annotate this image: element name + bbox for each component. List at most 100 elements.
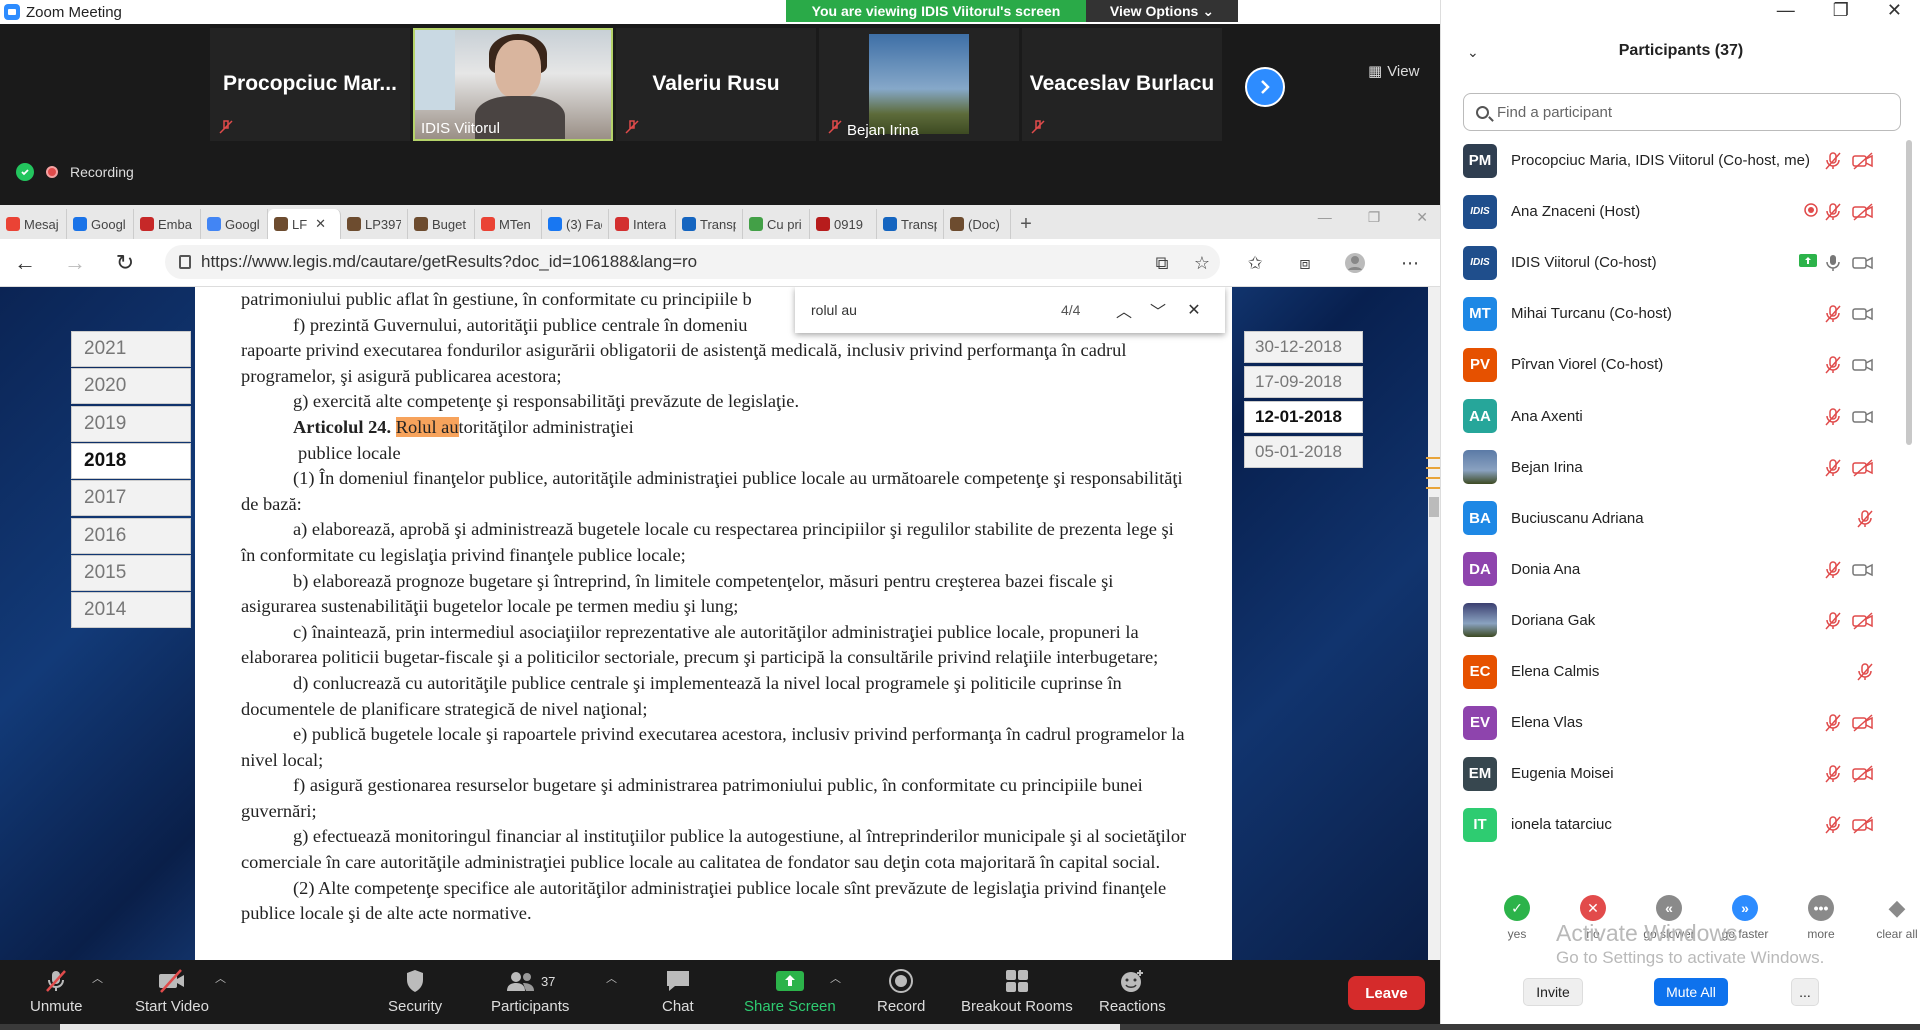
close-icon[interactable]: ✕ <box>1416 209 1428 226</box>
browser-tab[interactable]: Buget <box>408 209 475 239</box>
revision-date-item[interactable]: 12-01-2018 <box>1244 401 1363 433</box>
find-previous-icon[interactable]: ︿ <box>1113 299 1135 321</box>
feedback-clear-all-button[interactable]: ◆ clear all <box>1862 895 1920 941</box>
year-item[interactable]: 2014 <box>71 592 191 629</box>
participant-row[interactable]: EV Elena Vlas <box>1441 697 1901 748</box>
year-item[interactable]: 2020 <box>71 368 191 405</box>
mute-all-button[interactable]: Mute All <box>1654 978 1728 1006</box>
browser-tab[interactable]: Transp <box>877 209 944 239</box>
participant-row[interactable]: EM Eugenia Moisei <box>1441 748 1901 799</box>
url-field[interactable]: https://www.legis.md/cautare/getResults?… <box>165 245 1220 279</box>
browser-tab[interactable]: 0919 <box>810 209 877 239</box>
year-item[interactable]: 2017 <box>71 480 191 517</box>
mic-muted-icon[interactable] <box>1855 662 1875 682</box>
video-options-caret[interactable]: ︿ <box>215 970 226 986</box>
participant-row[interactable]: MT Mihai Turcanu (Co-host) <box>1441 288 1901 339</box>
mic-muted-icon[interactable] <box>1823 458 1843 478</box>
year-item[interactable]: 2015 <box>71 554 191 591</box>
browser-tab[interactable]: LF ✕ <box>268 209 341 239</box>
mic-muted-icon[interactable] <box>1823 355 1843 375</box>
participant-row[interactable]: BA Buciuscanu Adriana <box>1441 493 1901 544</box>
browser-tab[interactable]: (3) Fac <box>542 209 609 239</box>
audio-options-caret[interactable]: ︿ <box>92 970 103 986</box>
read-aloud-icon[interactable]: ⧉ <box>1150 251 1174 275</box>
participant-row[interactable]: PV Pîrvan Viorel (Co-host) <box>1441 339 1901 390</box>
next-page-button[interactable] <box>1245 67 1285 107</box>
shield-icon[interactable] <box>16 163 34 181</box>
browser-tab[interactable]: Intera <box>609 209 676 239</box>
participant-row[interactable]: DA Donia Ana <box>1441 544 1901 595</box>
mic-muted-icon[interactable] <box>1823 611 1843 631</box>
browser-tab[interactable]: Emba <box>134 209 201 239</box>
mic-muted-icon[interactable] <box>1823 815 1843 835</box>
mic-muted-icon[interactable] <box>1855 509 1875 529</box>
invite-button[interactable]: Invite <box>1523 978 1583 1006</box>
browser-tab[interactable]: Cu pri <box>743 209 810 239</box>
forward-button[interactable]: → <box>50 243 100 283</box>
view-options-button[interactable]: View Options ⌄ <box>1086 0 1238 22</box>
participant-search-input[interactable]: Find a participant <box>1463 93 1901 131</box>
favorites-icon[interactable]: ✩ <box>1243 251 1267 275</box>
mic-muted-icon[interactable] <box>1823 560 1843 580</box>
revision-date-item[interactable]: 17-09-2018 <box>1244 366 1363 398</box>
leave-button[interactable]: Leave <box>1348 976 1425 1010</box>
find-next-icon[interactable]: ﹀ <box>1147 299 1169 321</box>
start-video-button[interactable]: Start Video <box>135 968 209 1020</box>
participant-row[interactable]: IDIS Ana Znaceni (Host) <box>1441 186 1901 237</box>
feedback-go-faster-button[interactable]: » go faster <box>1710 895 1780 941</box>
participant-row[interactable]: IT ionela tatarciuc <box>1441 799 1901 850</box>
share-options-caret[interactable]: ︿ <box>830 970 841 986</box>
share-screen-button[interactable]: Share Screen <box>744 968 836 1020</box>
view-button[interactable]: ▦ View <box>1368 62 1419 81</box>
mic-muted-icon[interactable] <box>1823 151 1843 171</box>
more-options-button[interactable]: ... <box>1791 978 1819 1006</box>
participant-row[interactable]: Bejan Irina <box>1441 442 1901 493</box>
collections-icon[interactable]: ⧈ <box>1293 251 1317 275</box>
mic-muted-icon[interactable] <box>1823 304 1843 324</box>
more-menu-icon[interactable]: ⋯ <box>1398 251 1422 275</box>
scrollbar-thumb[interactable] <box>1429 497 1439 517</box>
unmute-button[interactable]: Unmute <box>30 968 83 1020</box>
reactions-button[interactable]: Reactions <box>1099 968 1166 1020</box>
video-tile[interactable]: Bejan Irina <box>819 28 1019 141</box>
participants-button[interactable]: 37 Participants <box>491 968 569 1020</box>
tab-close-icon[interactable]: ✕ <box>315 216 326 232</box>
new-tab-button[interactable]: + <box>1011 209 1041 239</box>
refresh-button[interactable]: ↻ <box>100 243 150 283</box>
restore-icon[interactable]: ❐ <box>1833 0 1849 21</box>
mic-muted-icon[interactable] <box>1823 764 1843 784</box>
feedback-no-button[interactable]: ✕ no <box>1558 895 1628 941</box>
find-close-icon[interactable]: ✕ <box>1183 299 1205 321</box>
maximize-icon[interactable]: ❐ <box>1368 209 1381 226</box>
page-scrollbar[interactable] <box>1428 287 1440 960</box>
record-button[interactable]: Record <box>877 968 925 1020</box>
video-tile[interactable]: Veaceslav Burlacu <box>1022 28 1222 141</box>
browser-tab[interactable]: Googl <box>67 209 134 239</box>
back-button[interactable]: ← <box>0 243 50 283</box>
chat-button[interactable]: Chat <box>662 968 694 1020</box>
participant-row[interactable]: IDIS IDIS Viitorul (Co-host) <box>1441 237 1901 288</box>
minimize-icon[interactable]: — <box>1777 0 1795 21</box>
participant-row[interactable]: Doriana Gak <box>1441 595 1901 646</box>
year-item[interactable]: 2018 <box>71 442 191 479</box>
mic-icon[interactable] <box>1823 253 1843 273</box>
revision-date-item[interactable]: 05-01-2018 <box>1244 436 1363 468</box>
feedback-yes-button[interactable]: ✓ yes <box>1482 895 1552 941</box>
mic-muted-icon[interactable] <box>1823 407 1843 427</box>
video-tile-active-speaker[interactable]: IDIS Viitorul <box>413 28 613 141</box>
video-tile[interactable]: Valeriu Rusu <box>616 28 816 141</box>
profile-icon[interactable] <box>1343 251 1367 275</box>
browser-tab[interactable]: MTen <box>475 209 542 239</box>
participant-row[interactable]: PM Procopciuc Maria, IDIS Viitorul (Co-ho… <box>1441 135 1901 186</box>
browser-tab[interactable]: Googl <box>201 209 268 239</box>
revision-date-item[interactable]: 30-12-2018 <box>1244 331 1363 363</box>
security-button[interactable]: Security <box>388 968 442 1020</box>
find-input[interactable]: rolul au <box>811 302 857 318</box>
year-item[interactable]: 2021 <box>71 331 191 367</box>
year-item[interactable]: 2019 <box>71 405 191 442</box>
participant-list-scrollbar[interactable] <box>1905 135 1913 860</box>
favorite-add-icon[interactable]: ☆ <box>1190 251 1214 275</box>
mic-muted-icon[interactable] <box>1823 713 1843 733</box>
browser-tab[interactable]: (Doc) <box>944 209 1011 239</box>
participants-options-caret[interactable]: ︿ <box>606 970 617 986</box>
